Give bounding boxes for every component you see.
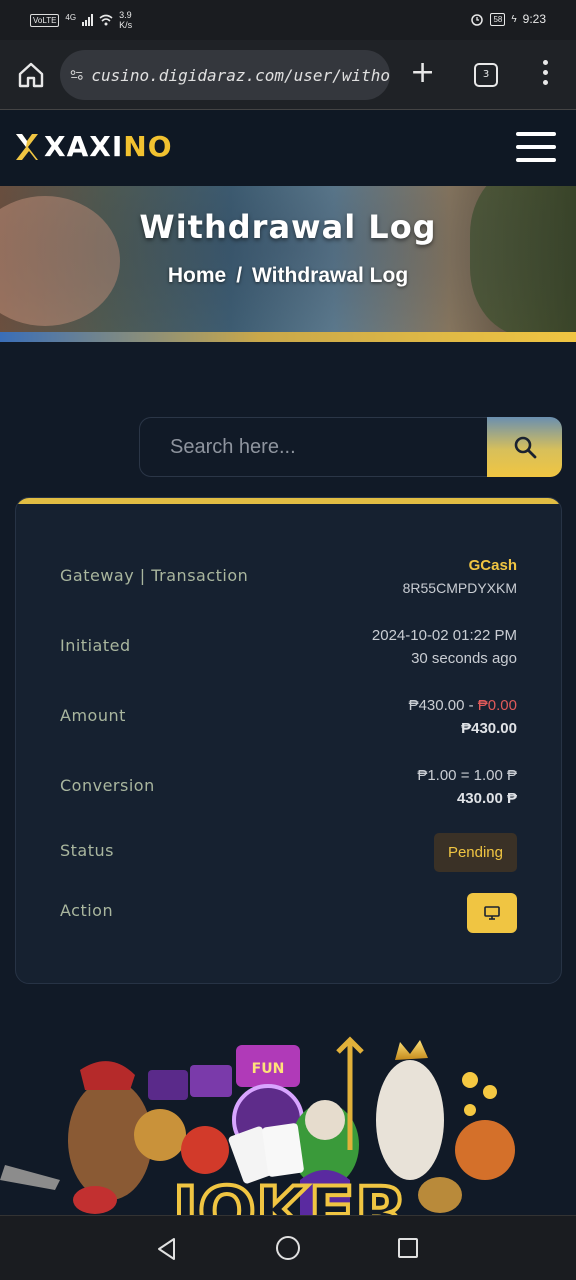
signal-icon [82,14,94,26]
new-tab-icon[interactable]: + [410,58,435,88]
promo-brand-text: JOKER [169,1173,408,1215]
page-title: Withdrawal Log [139,208,437,246]
breadcrumb-home[interactable]: Home [168,264,226,287]
charging-icon: ϟ [511,13,517,25]
view-details-button[interactable] [467,893,517,933]
promo-artwork: FUN JOKER [0,1036,515,1215]
charge-value: ₱0.00 [477,697,517,714]
tab-switcher-button[interactable]: 3 [474,63,498,87]
amount-label: Amount [60,706,126,725]
menu-hamburger-icon[interactable] [516,132,556,162]
status-left: VoLTE 4G 3.9 K/s [30,10,132,30]
promo-sign: FUN [252,1061,285,1077]
withdrawal-card: Gateway | Transaction GCash 8R55CMPDYXKM… [15,497,562,984]
search-input[interactable] [139,417,487,477]
battery-icon: 58 [490,12,506,26]
status-bar: VoLTE 4G 3.9 K/s 58 ϟ 9:23 [0,0,576,40]
status-badge: Pending [433,833,517,872]
volte-badge: VoLTE [30,13,60,27]
gateway-label: Gateway | Transaction [60,566,249,585]
alarm-icon [471,14,484,26]
row-status: Status Pending [16,833,561,872]
browser-toolbar: cusino.digidaraz.com/user/witho + 3 [0,40,576,110]
initiated-label: Initiated [60,636,131,655]
amount-total: ₱430.00 [461,720,517,737]
transaction-id: 8R55CMPDYXKM [402,580,517,596]
recents-icon[interactable] [398,1238,418,1258]
logo-x-icon [16,133,38,160]
conversion-total: 430.00 ₱ [456,790,517,807]
action-label: Action [60,901,114,920]
home-nav-icon[interactable] [276,1236,300,1260]
conversion-rate: ₱1.00 = 1.00 ₱ [417,767,517,784]
breadcrumb-separator: / [236,264,243,287]
amount-value: ₱430.00 [408,697,465,714]
row-initiated: Initiated 2024-10-02 01:22 PM 30 seconds… [16,624,561,674]
site-logo[interactable]: XAXINO [14,130,173,163]
banner-stripe [0,332,576,342]
status-right: 58 ϟ 9:23 [470,12,546,26]
page-banner: Withdrawal Log Home / Withdrawal Log [0,186,576,342]
clock: 9:23 [522,12,546,26]
conversion-label: Conversion [60,776,155,795]
search-form [139,417,562,477]
gateway-name: GCash [468,557,517,574]
address-bar[interactable]: cusino.digidaraz.com/user/witho [60,50,390,100]
back-icon[interactable] [156,1237,178,1261]
initiated-datetime: 2024-10-02 01:22 PM [371,627,517,644]
status-label: Status [60,841,114,860]
network-speed: 3.9 K/s [119,10,133,30]
breadcrumb: Home / Withdrawal Log [0,264,576,288]
row-amount: Amount ₱430.00 - ₱0.00 ₱430.00 [16,694,561,744]
breadcrumb-current: Withdrawal Log [252,264,409,287]
search-button[interactable] [487,417,562,477]
search-icon [514,436,536,459]
promo-banner-image[interactable]: FUN JOKER [0,1030,576,1215]
row-conversion: Conversion ₱1.00 = 1.00 ₱ 430.00 ₱ [16,764,561,814]
row-action: Action [16,893,561,933]
initiated-relative: 30 seconds ago [411,650,517,667]
site-header: XAXINO [0,110,576,186]
browser-menu-icon[interactable] [540,60,550,90]
desktop-icon [484,906,500,920]
logo-text: XAXINO [44,130,173,163]
system-navigation-bar [0,1215,576,1280]
url-text: cusino.digidaraz.com/user/witho [91,65,390,85]
home-icon[interactable] [16,60,46,90]
wifi-icon [99,14,113,26]
site-settings-icon[interactable] [70,66,83,84]
row-gateway: Gateway | Transaction GCash 8R55CMPDYXKM [16,554,561,604]
network-label: 4G [65,12,77,22]
